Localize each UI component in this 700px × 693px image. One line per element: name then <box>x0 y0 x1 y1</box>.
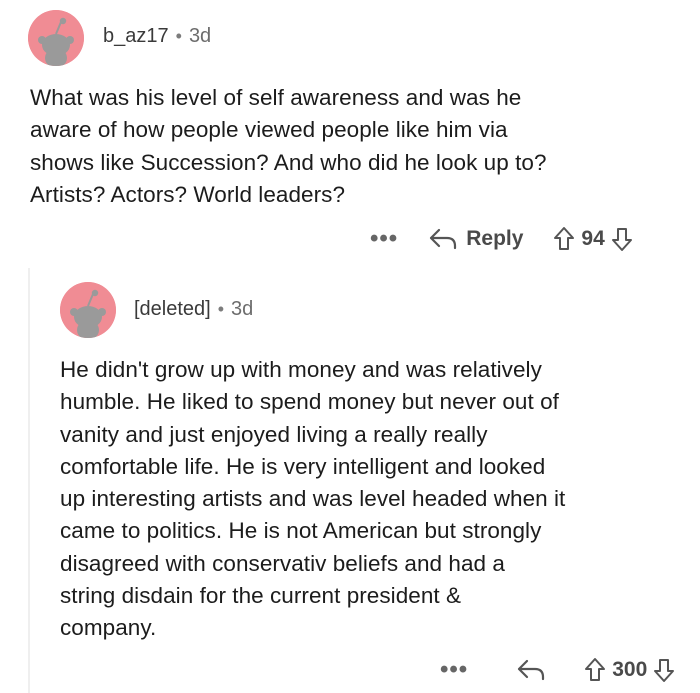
avatar[interactable] <box>28 10 84 66</box>
vote-controls: 300 <box>584 657 675 683</box>
comment-line: vanity and just enjoyed living a really … <box>60 421 488 447</box>
thread-line[interactable] <box>28 268 30 693</box>
upvote-arrow-icon[interactable] <box>553 226 575 252</box>
comment-line: comfortable life. He is very intelligent… <box>60 453 546 479</box>
reply-label: Reply <box>466 227 524 250</box>
comment-meta: [deleted] • 3d <box>134 298 253 321</box>
downvote-arrow-icon[interactable] <box>653 657 675 683</box>
vote-count: 94 <box>581 227 605 250</box>
more-options-icon[interactable]: ••• <box>440 658 468 682</box>
username[interactable]: b_az17 <box>103 25 169 47</box>
upvote-arrow-icon[interactable] <box>584 657 606 683</box>
comment-line: shows like Succession? And who did he lo… <box>30 149 547 175</box>
vote-count: 300 <box>612 658 648 681</box>
comment-body: What was his level of self awareness and… <box>30 82 547 211</box>
username: [deleted] <box>134 298 211 320</box>
comment-meta: b_az17 • 3d <box>103 25 211 48</box>
reply-button[interactable]: Reply <box>428 227 523 251</box>
timestamp[interactable]: 3d <box>231 298 253 320</box>
more-options-icon[interactable]: ••• <box>370 227 398 251</box>
snoo-avatar-icon <box>60 282 116 338</box>
comment-actions: ••• 300 <box>440 650 675 690</box>
comment-line: He didn't grow up with money and was rel… <box>60 357 542 382</box>
reply-arrow-icon <box>430 228 457 250</box>
comment-line: Artists? Actors? World leaders? <box>30 181 346 207</box>
downvote-arrow-icon[interactable] <box>611 226 633 252</box>
meta-separator: • <box>175 26 182 46</box>
comment-line: came to politics. He is not American but… <box>60 518 542 544</box>
comment-line: string disdain for the current president… <box>60 583 462 609</box>
comment-line: What was his level of self awareness and… <box>30 85 522 110</box>
comment-actions: ••• Reply 94 <box>370 219 633 259</box>
reply-button[interactable] <box>516 658 546 682</box>
vote-controls: 94 <box>553 226 632 252</box>
timestamp[interactable]: 3d <box>189 25 211 47</box>
meta-separator: • <box>217 299 225 319</box>
comment-line: disagreed with conservativ beliefs and h… <box>60 550 505 576</box>
reply-arrow-icon <box>518 659 545 681</box>
comment-line: aware of how people viewed people like h… <box>30 117 508 143</box>
comment-line: up interesting artists and was level hea… <box>60 486 566 512</box>
comment-line: company. <box>60 615 157 641</box>
snoo-avatar-icon <box>28 10 84 66</box>
avatar[interactable] <box>60 282 116 338</box>
comment-line: humble. He liked to spend money but neve… <box>60 389 559 415</box>
comment-body: He didn't grow up with money and was rel… <box>60 354 565 645</box>
